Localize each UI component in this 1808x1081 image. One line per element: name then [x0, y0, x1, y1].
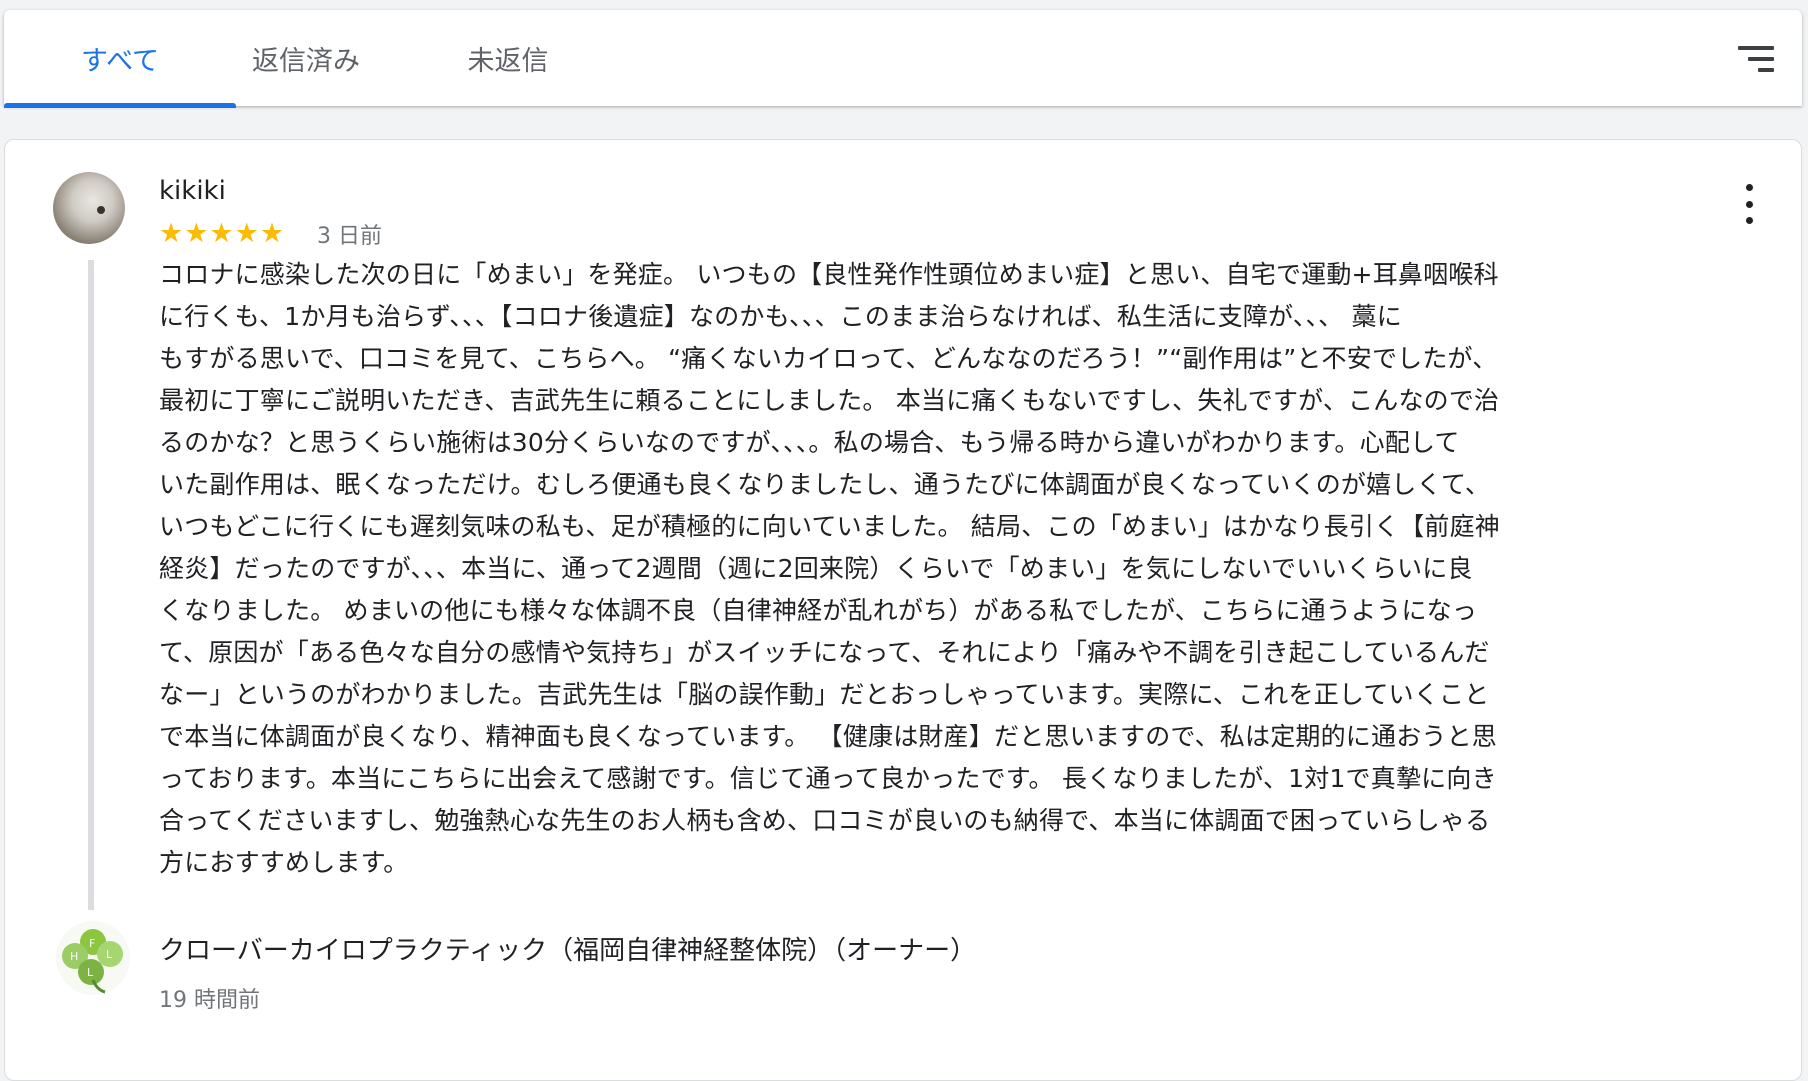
review-line: るのかな？と思うくらい施術は30分くらいなのですが、、、。私の場合、もう帰る時か…: [159, 428, 1460, 457]
svg-text:F: F: [89, 937, 95, 950]
owner-logo-clover-icon: F H L L: [56, 921, 130, 995]
tab-replied-label: 返信済み: [252, 45, 360, 77]
review-line: くなりました。 めまいの他にも様々な体調不良（自律神経が乱れがち）がある私でした…: [159, 596, 1478, 625]
reply-date: 19 時間前: [159, 988, 260, 1013]
svg-text:H: H: [70, 950, 78, 963]
review-line: 最初に丁寧にご説明いただき、吉武先生に頼ることにしました。 本当に痛くもないです…: [159, 386, 1500, 415]
owner-name: クローバーカイロプラクティック（福岡自律神経整体院）（オーナー）: [159, 936, 977, 966]
review-line: 経炎】だったのですが、、、本当に、通って2週間（週に2回来院）くらいで「めまい」…: [159, 554, 1473, 583]
tab-unreplied-label: 未返信: [467, 45, 549, 77]
more-options-button[interactable]: [1739, 184, 1759, 224]
review-line: もすがる思いで、口コミを見て、こちらへ。 “痛くないカイロって、どんななのだろう…: [159, 344, 1498, 373]
tab-unreplied[interactable]: 未返信: [392, 10, 624, 106]
review-date: 3 日前: [317, 224, 382, 249]
svg-text:L: L: [106, 948, 113, 961]
review-line: で本当に体調面が良くなり、精神面も良くなっています。 【健康は財産】だと思います…: [159, 722, 1498, 751]
review-quote-bar: [88, 260, 94, 910]
review-line: なー」というのがわかりました。吉武先生は「脳の誤作動」だとおっしゃっています。実…: [159, 680, 1490, 709]
reviewer-avatar[interactable]: [53, 172, 125, 244]
sort-button[interactable]: [1736, 44, 1776, 74]
reviewer-name[interactable]: kikiki: [159, 176, 226, 206]
review-line: 合ってくださいますし、勉強熱心な先生のお人柄も含め、口コミが良いのも納得で、本当…: [159, 806, 1491, 835]
review-line: っております。本当にこちらに出会えて感謝です。信じて通って良かったです。 長くな…: [159, 764, 1497, 793]
review-line: コロナに感染した次の日に「めまい」を発症。 いつもの【良性発作性頭位めまい症】と…: [159, 260, 1499, 289]
review-line: いつもどこに行くにも遅刻気味の私も、足が積極的に向いていました。 結局、この「め…: [159, 512, 1501, 541]
review-line: に行くも、1か月も治らず、、、【コロナ後遺症】なのかも、、、このまま治らなければ…: [159, 302, 1402, 331]
review-card: kikiki ★★★★★ 3 日前 コロナに感染した次の日に「めまい」を発症。 …: [4, 139, 1802, 1081]
tab-replied[interactable]: 返信済み: [190, 10, 422, 106]
review-line: いた副作用は、眠くなっただけ。むしろ便通も良くなりましたし、通うたびに体調面が良…: [159, 470, 1491, 499]
star-rating: ★★★★★: [159, 218, 286, 249]
tab-all-label: すべて: [80, 45, 160, 77]
review-line: 方におすすめします。: [159, 848, 409, 877]
review-filter-tabs: すべて 返信済み 未返信: [4, 10, 1802, 108]
svg-text:L: L: [87, 966, 94, 979]
more-vert-icon: [1745, 184, 1753, 191]
review-text: コロナに感染した次の日に「めまい」を発症。 いつもの【良性発作性頭位めまい症】と…: [159, 254, 1659, 884]
review-line: て、原因が「ある色々な自分の感情や気持ち」がスイッチになって、それにより「痛みや…: [159, 638, 1490, 667]
